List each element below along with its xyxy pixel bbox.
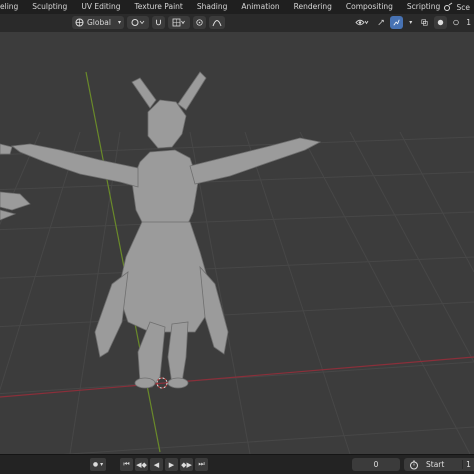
viewport-shading-solid[interactable] <box>434 16 448 29</box>
proportional-editing-icon <box>196 19 203 26</box>
keying-dot-button[interactable]: ● ▾ <box>90 458 106 471</box>
play-reverse-icon: ◀ <box>153 460 160 469</box>
scene-selector[interactable]: Sce <box>442 0 474 14</box>
viewport-header: Global ▾ ▾ 1 <box>0 14 474 32</box>
skip-back-icon: ⏮ <box>123 460 130 468</box>
next-keyframe-icon: ◆▶ <box>181 460 192 469</box>
play-reverse-button[interactable]: ◀ <box>150 458 163 471</box>
xray-icon <box>421 19 428 26</box>
pivot-point-button[interactable] <box>127 16 149 29</box>
workspace-tab-bar: eling Sculpting UV Editing Texture Paint… <box>0 0 474 14</box>
keyframe-icon: ◀◆ <box>136 460 147 469</box>
viewport-shading-icon <box>437 19 444 26</box>
snap-magnet-icon <box>156 19 161 26</box>
falloff-dropdown[interactable] <box>209 16 225 29</box>
overlay-toggle[interactable] <box>390 16 404 29</box>
tab-rendering[interactable]: Rendering <box>287 0 339 14</box>
3d-viewport[interactable] <box>0 32 474 454</box>
orientation-label: Global <box>87 18 111 27</box>
global-orientation-icon <box>75 18 84 27</box>
material-preview-icon <box>453 19 459 26</box>
viewport-canvas <box>0 71 474 454</box>
jump-to-start-button[interactable]: ⏮ <box>120 458 133 471</box>
chevron-down-icon: ▾ <box>409 19 413 26</box>
scene-name: Sce <box>456 2 471 12</box>
snap-toggle[interactable] <box>152 16 165 29</box>
falloff-curve-icon <box>212 20 222 27</box>
scene-icon <box>443 2 452 11</box>
tab-uv-editing[interactable]: UV Editing <box>74 0 127 14</box>
x-axis-line <box>0 356 474 398</box>
chevron-down-icon: ▾ <box>117 19 121 26</box>
character-model[interactable] <box>0 71 322 389</box>
overlay-dropdown[interactable]: ▾ <box>406 16 415 29</box>
xray-toggle[interactable] <box>418 16 431 29</box>
floor-grid <box>0 131 474 454</box>
tab-compositing[interactable]: Compositing <box>339 0 400 14</box>
tab-animation[interactable]: Animation <box>234 0 286 14</box>
start-value: 1 <box>462 460 474 469</box>
snap-increment-icon <box>172 18 185 27</box>
viewport-display-controls: ▾ 1 <box>352 16 472 29</box>
record-icon: ● ▾ <box>92 461 104 468</box>
tab-modeling[interactable]: eling <box>0 0 25 14</box>
snap-mode-dropdown[interactable] <box>168 16 190 29</box>
eye-icon <box>355 19 369 26</box>
jump-to-end-button[interactable]: ⏭ <box>195 458 208 471</box>
play-icon: ▶ <box>168 460 175 469</box>
gizmo-icon <box>378 19 384 26</box>
tab-sculpting[interactable]: Sculpting <box>25 0 74 14</box>
proportional-editing-toggle[interactable] <box>193 16 206 29</box>
orientation-dropdown[interactable]: Global ▾ <box>72 16 124 29</box>
current-frame-field[interactable]: 0 <box>352 458 400 471</box>
next-keyframe-button[interactable]: ◆▶ <box>180 458 193 471</box>
stopwatch-icon <box>410 460 418 469</box>
tab-texture-paint[interactable]: Texture Paint <box>127 0 189 14</box>
viewport-shading-more[interactable] <box>450 16 462 29</box>
header-counter: 1 <box>466 18 471 27</box>
tab-scripting[interactable]: Scripting <box>400 0 447 14</box>
start-frame-field[interactable]: Start 1 <box>404 458 474 471</box>
visibility-dropdown[interactable] <box>352 16 372 29</box>
transform-controls: Global ▾ <box>72 16 225 29</box>
gizmo-toggle[interactable] <box>375 16 387 29</box>
skip-forward-icon: ⏭ <box>198 460 205 468</box>
timeline-bar: ● ▾ ⏮ ◀◆ ◀ ▶ ◆▶ ⏭ 0 Start 1 <box>0 454 474 474</box>
previous-keyframe-button[interactable]: ◀◆ <box>135 458 148 471</box>
overlay-icon <box>393 19 400 26</box>
tab-shading[interactable]: Shading <box>190 0 234 14</box>
play-button[interactable]: ▶ <box>165 458 178 471</box>
playback-controls: ⏮ ◀◆ ◀ ▶ ◆▶ ⏭ <box>120 458 208 471</box>
pivot-point-icon <box>131 19 145 26</box>
